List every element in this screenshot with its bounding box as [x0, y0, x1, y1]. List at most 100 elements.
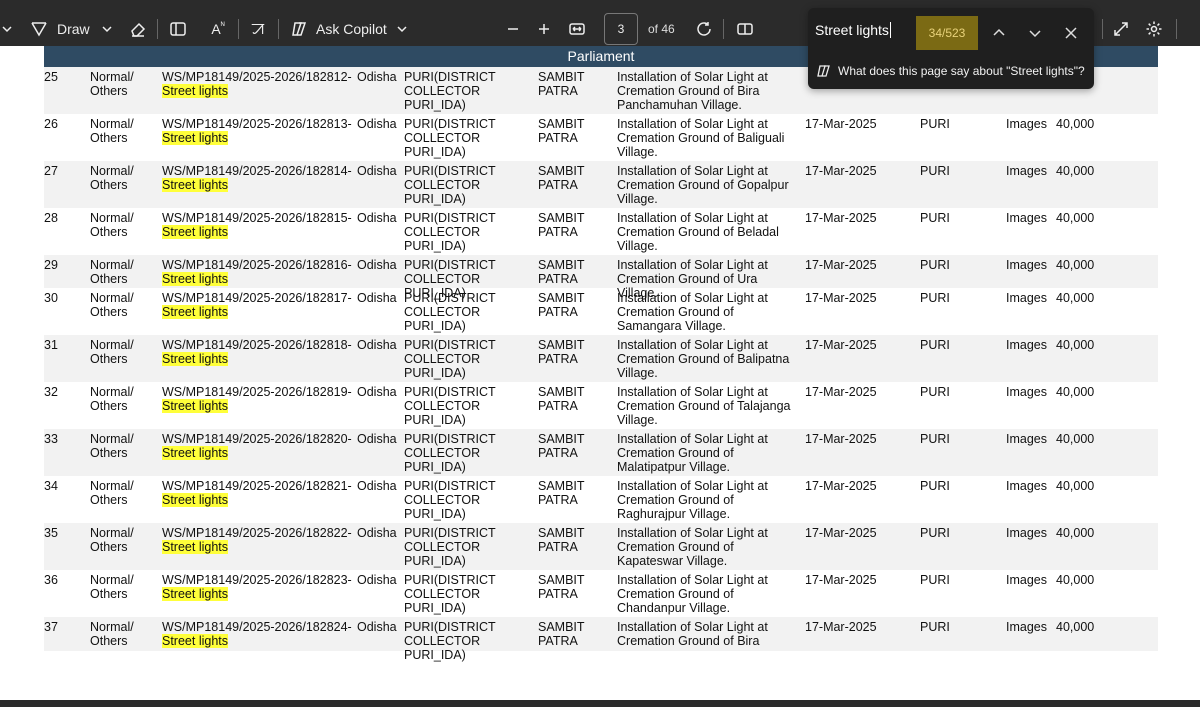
state: Odisha — [357, 432, 397, 446]
ask-copilot-label: Ask Copilot — [316, 21, 387, 37]
find-input[interactable]: Street lights — [815, 22, 891, 38]
work-description: Installation of Solar Light at Cremation… — [617, 479, 768, 521]
copilot-icon — [817, 65, 830, 77]
sanction-date: 17-Mar-2025 — [805, 117, 877, 131]
work-id-text: WS/MP18149/2025-2026/182822- — [162, 526, 352, 540]
mp-name: SAMBIT PATRA — [538, 432, 585, 460]
work-type: Normal/ Others — [90, 291, 134, 319]
sanction-date: 17-Mar-2025 — [805, 164, 877, 178]
location: PURI — [920, 620, 950, 634]
district: PURI(DISTRICT COLLECTOR PURI_IDA) — [404, 620, 496, 662]
search-highlight: Street lights — [162, 131, 229, 145]
work-id: WS/MP18149/2025-2026/182820- Street light… — [162, 432, 354, 460]
row-number: 35 — [44, 526, 58, 540]
state: Odisha — [357, 211, 397, 225]
location: PURI — [920, 432, 950, 446]
state: Odisha — [357, 385, 397, 399]
amount: 40,000 — [1056, 291, 1095, 305]
work-description: Installation of Solar Light at Cremation… — [617, 164, 789, 206]
text-caret — [889, 22, 891, 38]
total-pages-label: of 46 — [648, 22, 675, 36]
mp-name: SAMBIT PATRA — [538, 338, 585, 366]
text-format-icon[interactable]: Aᴺ — [207, 14, 229, 44]
row-number: 36 — [44, 573, 58, 587]
ask-copilot-button[interactable]: Ask Copilot — [290, 14, 407, 44]
draw-label: Draw — [57, 21, 90, 37]
work-id-text: WS/MP18149/2025-2026/182813- — [162, 117, 352, 131]
work-id: WS/MP18149/2025-2026/182812- Street light… — [162, 70, 354, 98]
work-type: Normal/ Others — [90, 620, 134, 648]
district: PURI(DISTRICT COLLECTOR PURI_IDA) — [404, 117, 496, 159]
images-link: Images — [1006, 338, 1047, 352]
work-id-text: WS/MP18149/2025-2026/182817- — [162, 291, 352, 305]
previous-match-icon[interactable] — [988, 22, 1010, 44]
page-view-icon[interactable] — [735, 14, 755, 44]
rotate-icon[interactable] — [694, 14, 714, 44]
work-type: Normal/ Others — [90, 117, 134, 145]
settings-gear-icon[interactable] — [1144, 14, 1164, 44]
amount: 40,000 — [1056, 526, 1095, 540]
find-panel: Street lights 34/523 What does this page… — [808, 8, 1094, 89]
table-row: 35 Normal/ Others WS/MP18149/2025-2026/182… — [44, 523, 1158, 570]
search-highlight: Street lights — [162, 178, 229, 192]
images-link: Images — [1006, 479, 1047, 493]
amount: 40,000 — [1056, 479, 1095, 493]
eraser-icon[interactable] — [128, 14, 148, 44]
images-link: Images — [1006, 258, 1047, 272]
district: PURI(DISTRICT COLLECTOR PURI_IDA) — [404, 479, 496, 521]
row-number: 31 — [44, 338, 58, 352]
work-id-text: WS/MP18149/2025-2026/182818- — [162, 338, 352, 352]
row-number: 33 — [44, 432, 58, 446]
next-match-icon[interactable] — [1024, 22, 1046, 44]
table-row: 33 Normal/ Others WS/MP18149/2025-2026/182… — [44, 429, 1158, 476]
draw-button[interactable]: Draw — [30, 14, 112, 44]
row-number: 32 — [44, 385, 58, 399]
table-row: 37 Normal/ Others WS/MP18149/2025-2026/182… — [44, 617, 1158, 662]
zoom-out-icon[interactable] — [504, 14, 522, 44]
location: PURI — [920, 385, 950, 399]
work-id: WS/MP18149/2025-2026/182815- Street light… — [162, 211, 354, 239]
amount: 40,000 — [1056, 164, 1095, 178]
location: PURI — [920, 526, 950, 540]
row-number: 28 — [44, 211, 58, 225]
table-row: 34 Normal/ Others WS/MP18149/2025-2026/182… — [44, 476, 1158, 523]
translate-icon[interactable]: ꠀ — [247, 14, 269, 44]
close-icon[interactable] — [1060, 22, 1082, 44]
work-id-text: WS/MP18149/2025-2026/182820- — [162, 432, 352, 446]
text-format-label: A — [211, 21, 221, 37]
zoom-in-icon[interactable] — [535, 14, 553, 44]
work-id-text: WS/MP18149/2025-2026/182819- — [162, 385, 352, 399]
sanction-date: 17-Mar-2025 — [805, 526, 877, 540]
sanction-date: 17-Mar-2025 — [805, 385, 877, 399]
state: Odisha — [357, 291, 397, 305]
row-number: 37 — [44, 620, 58, 634]
search-highlight: Street lights — [162, 446, 229, 460]
district: PURI(DISTRICT COLLECTOR PURI_IDA) — [404, 291, 496, 333]
fit-page-icon[interactable] — [566, 14, 588, 44]
toolbar-divider — [1102, 19, 1103, 39]
district: PURI(DISTRICT COLLECTOR PURI_IDA) — [404, 432, 496, 474]
fullscreen-icon[interactable] — [1111, 14, 1131, 44]
work-type: Normal/ Others — [90, 573, 134, 601]
work-description: Installation of Solar Light at Cremation… — [617, 117, 785, 159]
work-type: Normal/ Others — [90, 432, 134, 460]
copilot-suggestion[interactable]: What does this page say about "Street li… — [816, 60, 1085, 82]
search-highlight: Street lights — [162, 634, 229, 648]
page-number-input[interactable]: 3 — [604, 13, 638, 45]
amount: 40,000 — [1056, 385, 1095, 399]
state: Odisha — [357, 620, 397, 634]
images-link: Images — [1006, 164, 1047, 178]
copilot-icon — [292, 22, 307, 36]
table-row: 31 Normal/ Others WS/MP18149/2025-2026/182… — [44, 335, 1158, 382]
work-type: Normal/ Others — [90, 70, 134, 98]
work-type: Normal/ Others — [90, 211, 134, 239]
row-number: 26 — [44, 117, 58, 131]
work-id: WS/MP18149/2025-2026/182821- Street light… — [162, 479, 354, 507]
sanction-date: 17-Mar-2025 — [805, 211, 877, 225]
images-link: Images — [1006, 620, 1047, 634]
chevron-down-icon[interactable] — [0, 14, 14, 44]
work-type: Normal/ Others — [90, 258, 134, 286]
row-number: 34 — [44, 479, 58, 493]
text-box-icon[interactable] — [168, 14, 188, 44]
work-description: Installation of Solar Light at Cremation… — [617, 291, 768, 333]
